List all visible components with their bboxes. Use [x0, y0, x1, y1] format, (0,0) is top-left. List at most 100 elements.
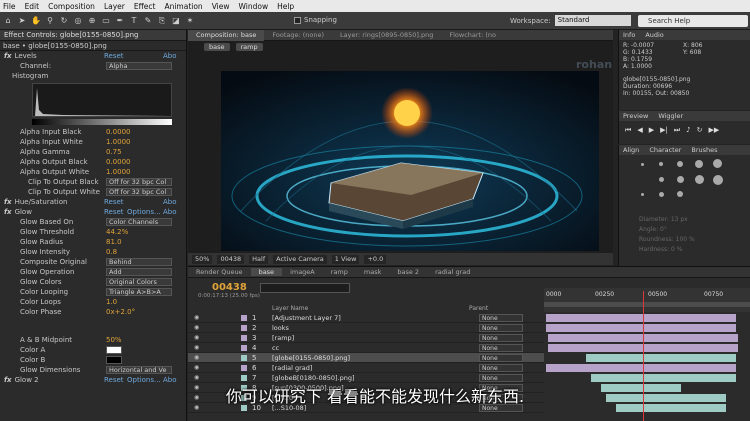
visibility-icon[interactable]: ◉	[194, 364, 199, 371]
composition-viewer[interactable]	[221, 71, 599, 251]
label-color-swatch[interactable]	[241, 354, 247, 361]
crumb-ramp[interactable]: ramp	[235, 42, 263, 51]
visibility-icon[interactable]: ◉	[194, 344, 199, 351]
param-row[interactable]: Glow Colors Original Colors	[0, 277, 186, 287]
layer-name[interactable]: [globe[0155-0850].png]	[272, 354, 350, 362]
param-row[interactable]: Color Loops 1.0	[0, 297, 186, 307]
tab-info[interactable]: Info	[623, 31, 635, 39]
histogram-graph[interactable]	[32, 83, 172, 117]
parent-dropdown[interactable]: None	[479, 333, 523, 342]
time-ruler[interactable]: 0000 00250 00500 00750	[544, 288, 750, 312]
camera-tool-icon[interactable]: ◎	[73, 16, 83, 26]
levels-gradient[interactable]	[32, 119, 172, 125]
brush-preset[interactable]	[713, 175, 723, 185]
param-dropdown[interactable]: Off for 32 bpc Col	[106, 188, 172, 196]
tab-render-queue[interactable]: Render Queue	[188, 268, 251, 276]
camera-dropdown[interactable]: Active Camera	[273, 254, 327, 264]
label-color-swatch[interactable]	[241, 374, 247, 381]
effect-glow[interactable]: fx Glow Reset Options... Abo	[0, 207, 186, 217]
param-value[interactable]: 0.8	[106, 248, 117, 256]
glow-about[interactable]: Abo	[163, 208, 177, 216]
ram-preview-icon[interactable]: ▶▶	[709, 126, 720, 135]
brush-preset[interactable]	[659, 162, 663, 166]
param-row[interactable]: Glow Based On Color Channels	[0, 217, 186, 227]
tab-base[interactable]: base	[250, 268, 283, 276]
tab-flowchart[interactable]: Flowchart: (no	[441, 31, 504, 39]
next-frame-icon[interactable]: ▶|	[660, 126, 668, 135]
layer-row[interactable]: ◉ 2 looks None	[188, 323, 544, 333]
hue-reset[interactable]: Reset	[104, 198, 124, 206]
last-frame-icon[interactable]: ⏭	[674, 126, 680, 135]
layer-duration-bar[interactable]	[586, 354, 736, 362]
tab-composition[interactable]: Composition: base	[188, 29, 265, 41]
current-timecode[interactable]: 00438	[212, 282, 247, 293]
hand-tool-icon[interactable]: ✋	[31, 16, 41, 26]
menu-file[interactable]: File	[3, 2, 16, 11]
pan-behind-tool-icon[interactable]: ⊕	[87, 16, 97, 26]
brush-preset[interactable]	[659, 192, 664, 197]
loop-icon[interactable]: ↻	[697, 126, 703, 135]
layer-duration-bar[interactable]	[546, 324, 736, 332]
tab-ramp[interactable]: ramp	[323, 268, 356, 276]
layer-name[interactable]: looks	[272, 324, 289, 332]
brush-preset[interactable]	[641, 163, 644, 166]
view-layout-dropdown[interactable]: 1 View	[331, 254, 360, 264]
menu-effect[interactable]: Effect	[134, 2, 156, 11]
layer-row[interactable]: ◉ 7 [globeB[0180-0850].png] None	[188, 373, 544, 383]
tab-brushes[interactable]: Brushes	[691, 146, 717, 154]
param-row[interactable]: Alpha Output White 1.0000	[0, 167, 186, 177]
param-row[interactable]: Glow Intensity 0.8	[0, 247, 186, 257]
layer-duration-bar[interactable]	[591, 374, 736, 382]
menu-animation[interactable]: Animation	[164, 2, 202, 11]
layer-row[interactable]: ◉ 4 cc None	[188, 343, 544, 353]
visibility-icon[interactable]: ◉	[194, 324, 199, 331]
layer-name[interactable]: [Adjustment Layer 7]	[272, 314, 341, 322]
first-frame-icon[interactable]: ⏮	[625, 126, 631, 135]
param-dropdown[interactable]: Add	[106, 268, 172, 276]
brush-preset[interactable]	[713, 159, 722, 168]
param-value[interactable]: 1.0000	[106, 168, 131, 176]
brush-preset[interactable]	[641, 193, 644, 196]
layer-name[interactable]: [globeB[0180-0850].png]	[272, 374, 355, 382]
param-dropdown[interactable]: Off for 32 bpc Col	[106, 178, 172, 186]
fx-icon[interactable]: fx	[4, 198, 12, 206]
param-value[interactable]: 44.2%	[106, 228, 128, 236]
magnification-dropdown[interactable]: 50%	[192, 254, 213, 264]
param-value[interactable]: 1.0	[106, 298, 117, 306]
tab-radial-grad[interactable]: radial grad	[427, 268, 478, 276]
selection-tool-icon[interactable]: ➤	[17, 16, 27, 26]
layer-name[interactable]: [ramp]	[272, 334, 294, 342]
brush-preset[interactable]	[677, 176, 684, 183]
rotate-tool-icon[interactable]: ↻	[59, 16, 69, 26]
layer-duration-bar[interactable]	[546, 364, 736, 372]
layer-row[interactable]: ◉ 6 [radial grad] None	[188, 363, 544, 373]
menu-window[interactable]: Window	[239, 2, 269, 11]
color-swatch[interactable]	[106, 346, 122, 354]
tab-base-2[interactable]: base 2	[389, 268, 427, 276]
menu-help[interactable]: Help	[277, 2, 294, 11]
effect-levels[interactable]: fx Levels Reset Abo	[0, 51, 186, 61]
param-value[interactable]: 81.0	[106, 238, 122, 246]
param-row[interactable]: Clip To Output Black Off for 32 bpc Col	[0, 177, 186, 187]
brush-preset[interactable]	[677, 191, 683, 197]
brush-presets[interactable]	[619, 155, 750, 215]
channel-dropdown[interactable]: Alpha	[106, 62, 172, 70]
tab-imagea[interactable]: imageA	[282, 268, 323, 276]
param-row[interactable]: Color Phase 0x+2.0°	[0, 307, 186, 317]
param-value[interactable]: 0.0000	[106, 158, 131, 166]
visibility-icon[interactable]: ◉	[194, 314, 199, 321]
tab-character[interactable]: Character	[649, 146, 681, 154]
mask-tool-icon[interactable]: ▭	[101, 16, 111, 26]
param-value[interactable]: 50%	[106, 336, 122, 344]
brush-preset[interactable]	[695, 160, 703, 168]
tab-footage[interactable]: Footage: (none)	[264, 31, 332, 39]
parent-dropdown[interactable]: None	[479, 353, 523, 362]
prev-frame-icon[interactable]: ◀	[637, 126, 642, 135]
param-dropdown[interactable]: Color Channels	[106, 218, 172, 226]
parent-dropdown[interactable]: None	[479, 363, 523, 372]
effect-hue-saturation[interactable]: fx Hue/Saturation Reset Abo	[0, 197, 186, 207]
layer-row[interactable]: ◉ 3 [ramp] None	[188, 333, 544, 343]
current-frame[interactable]: 00438	[217, 254, 245, 264]
param-row[interactable]: Alpha Input Black 0.0000	[0, 127, 186, 137]
visibility-icon[interactable]: ◉	[194, 354, 199, 361]
